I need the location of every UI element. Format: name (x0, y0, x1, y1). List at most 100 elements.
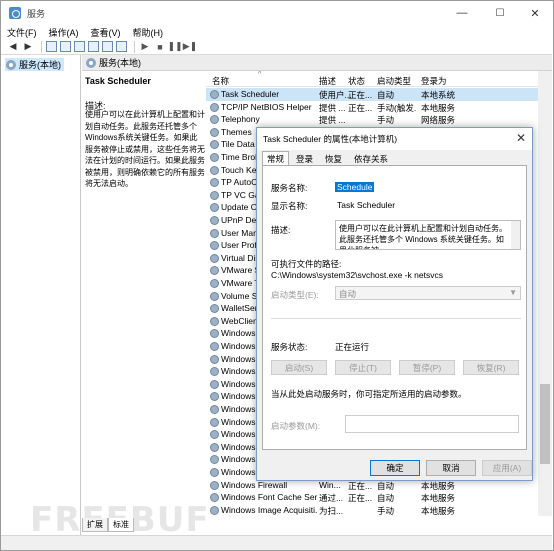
tab-logon[interactable]: 登录 (291, 151, 318, 165)
gear-icon (210, 493, 219, 503)
cell-logon: 本地服务 (421, 493, 456, 504)
divider (271, 318, 521, 319)
cell-desc: 为扫... (319, 505, 344, 516)
gear-icon (210, 190, 219, 200)
apply-button[interactable]: 应用(A) (482, 460, 532, 476)
export-icon[interactable] (88, 41, 99, 52)
stop-button[interactable]: 停止(T) (335, 360, 391, 375)
gear-icon (210, 354, 219, 364)
console-tree-icon[interactable] (46, 41, 57, 52)
start-params-label: 启动参数(M): (271, 421, 321, 431)
tab-dependencies[interactable]: 依存关系 (349, 151, 393, 165)
gear-icon (210, 203, 219, 213)
column-name[interactable]: 名称 (212, 75, 229, 87)
cell-desc: 通过... (319, 493, 344, 504)
restart-icon[interactable]: ▶❚ (183, 41, 197, 53)
properties-icon[interactable] (60, 41, 71, 52)
cell-status: 正在... (348, 102, 373, 113)
column-logon-as[interactable]: 登录为 (421, 75, 447, 87)
start-button[interactable]: 启动(S) (271, 360, 327, 375)
scrollbar-thumb[interactable] (540, 384, 550, 464)
menu-help[interactable]: 帮助(H) (127, 26, 170, 39)
gear-icon (210, 228, 219, 238)
path-value[interactable]: C:\Windows\system32\svchost.exe -k netsv… (271, 270, 443, 280)
tree-item-services-local[interactable]: 服务(本地) (5, 58, 64, 71)
gear-icon (210, 102, 219, 112)
service-name-value[interactable]: Schedule (335, 182, 375, 192)
description-value: 使用户可以在此计算机上配置和计划自动任务。此服务还托管多个 Windows 系统… (339, 224, 507, 249)
view-icon[interactable] (116, 41, 127, 52)
gear-icon (210, 178, 219, 188)
gear-icon (210, 153, 219, 162)
table-row[interactable]: Task Scheduler 使用户... 正在... 自动 本地系统 (206, 88, 538, 101)
description-box[interactable]: 使用户可以在此计算机上配置和计划自动任务。此服务还托管多个 Windows 系统… (335, 220, 521, 250)
cell-startup: 手动 (377, 505, 395, 516)
column-description[interactable]: 描述 (319, 75, 336, 87)
maximize-button[interactable]: ☐ (482, 1, 518, 25)
gear-icon (210, 455, 219, 465)
gear-icon (210, 442, 219, 452)
gear-icon (210, 115, 219, 125)
column-status[interactable]: 状态 (348, 75, 365, 87)
resume-button[interactable]: 恢复(R) (463, 360, 519, 375)
pause-button[interactable]: 暂停(P) (399, 360, 455, 375)
dialog-title-bar: Task Scheduler 的属性(本地计算机) ✕ (257, 128, 532, 150)
minimize-button[interactable]: — (444, 1, 480, 25)
help-icon[interactable] (102, 41, 113, 52)
gear-icon (210, 379, 219, 389)
table-row[interactable]: Telephony 提供 ... 手动 网络服务 (206, 113, 538, 126)
gear-icon (210, 505, 219, 515)
tab-extended[interactable]: 扩展 (82, 518, 108, 532)
chevron-down-icon: ▼ (509, 288, 517, 297)
properties-dialog: Task Scheduler 的属性(本地计算机) ✕ 常规 登录 恢复 依存关… (256, 127, 533, 481)
service-name-label: 服务名称: (271, 183, 308, 193)
display-name-value[interactable]: Task Scheduler (337, 200, 395, 210)
gear-icon (6, 59, 16, 70)
tab-general[interactable]: 常规 (262, 151, 290, 165)
gear-icon (210, 405, 219, 414)
description-text: 使用户可以在此计算机上配置和计划自动任务。此服务还托管多个Windows系统关键… (85, 110, 205, 188)
gear-icon (210, 367, 219, 377)
cell-name: Telephony (221, 114, 260, 125)
menu-file[interactable]: 文件(F) (1, 26, 43, 39)
description-pane: Task Scheduler 描述: 使用户可以在此计算机上配置和计划自动任务。… (82, 71, 206, 516)
cell-logon: 网络服务 (421, 115, 456, 126)
forward-arrow-icon[interactable]: ▶ (22, 41, 34, 53)
menu-action[interactable]: 操作(A) (43, 26, 85, 39)
cell-name: Windows Font Cache Ser... (221, 492, 317, 503)
view-tabs: 扩展 标准 (82, 518, 202, 532)
table-row[interactable]: TCP/IP NetBIOS Helper 提供 ... 正在... 手动(触发...… (206, 101, 538, 114)
tab-standard[interactable]: 标准 (108, 518, 134, 532)
display-name-label: 显示名称: (271, 201, 308, 211)
path-label: 可执行文件的路径: (271, 259, 342, 269)
back-arrow-icon[interactable]: ◀ (7, 41, 19, 53)
tab-recovery[interactable]: 恢复 (320, 151, 347, 165)
column-startup-type[interactable]: 启动类型 (377, 75, 411, 87)
dialog-close-button[interactable]: ✕ (516, 131, 526, 145)
startup-type-select[interactable]: 自动 ▼ (335, 286, 521, 300)
cell-name: Windows Firewall (221, 479, 288, 490)
menu-view[interactable]: 查看(V) (85, 26, 127, 39)
status-bar (1, 535, 552, 550)
gear-icon (210, 279, 219, 288)
cancel-button[interactable]: 取消 (426, 460, 476, 476)
start-params-hint: 当从此处启动服务时，你可指定所适用的启动参数。 (271, 389, 467, 399)
cell-logon: 本地系统 (421, 90, 456, 100)
table-row[interactable]: Windows Image Acquisiti... 为扫... 手动 本地服务 (206, 504, 538, 516)
refresh-icon[interactable] (74, 41, 85, 52)
close-button[interactable]: ✕ (517, 1, 553, 25)
stop-icon[interactable]: ■ (154, 41, 166, 53)
gear-icon (210, 480, 219, 490)
service-status-label: 服务状态: (271, 342, 308, 352)
title-bar: 服务 — ☐ ✕ (1, 1, 552, 25)
table-row[interactable]: Windows Font Cache Ser... 通过... 正在... 自动 本地服… (206, 491, 538, 504)
window-title: 服务 (27, 8, 46, 19)
start-params-input[interactable] (345, 415, 519, 433)
ok-button[interactable]: 确定 (370, 460, 420, 476)
gear-icon (210, 140, 219, 150)
play-icon[interactable]: ▶ (139, 41, 151, 53)
description-scrollbar[interactable] (511, 221, 520, 249)
gear-icon (210, 430, 219, 440)
pause-icon[interactable]: ❚❚ (167, 41, 182, 53)
gear-icon (86, 57, 96, 68)
